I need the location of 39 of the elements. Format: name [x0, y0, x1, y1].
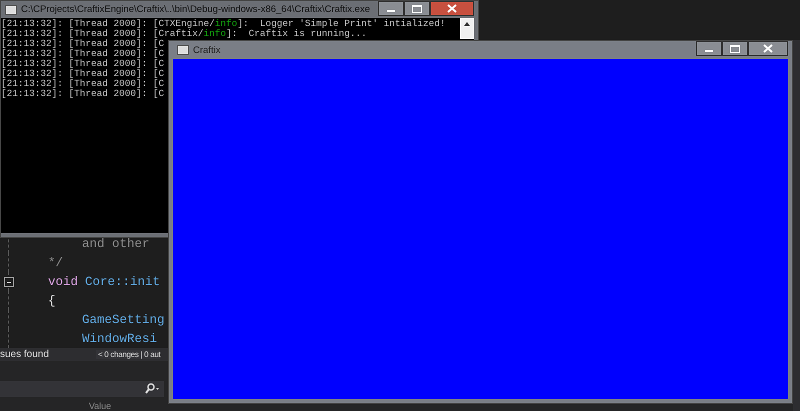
scrollbar[interactable] [460, 18, 474, 39]
log-line: [21:13:32]: [Thread 2000]: [C [1, 49, 164, 59]
console-icon [5, 4, 17, 14]
code-token: void [48, 274, 78, 288]
code-token: WindowResi [82, 332, 158, 346]
close-button[interactable] [748, 41, 788, 56]
code-token: { [48, 294, 56, 308]
close-icon [763, 44, 773, 53]
status-text: sues found [0, 349, 50, 360]
maximize-icon [730, 44, 740, 52]
window-title: Craftix [193, 44, 222, 56]
code-token: GameSetting [82, 312, 165, 326]
maximize-button[interactable] [722, 41, 748, 56]
code-token: and other [82, 236, 150, 250]
close-icon [447, 4, 457, 13]
log-line: [21:13:32]: [Thread 2000]: [C [1, 79, 164, 89]
window-title: C:\CProjects\CraftixEngine\Craftix\..\bin\Debug-windows-x86_64\Craftix\Craftix.exe [21, 4, 371, 15]
window-icon [177, 45, 189, 55]
minimize-button[interactable] [378, 1, 404, 16]
log-line: [21:13:32]: [Thread 2000]: [C [1, 59, 164, 69]
minimize-icon [705, 50, 713, 52]
close-button[interactable] [430, 1, 474, 16]
log-line: [21:13:32]: [Thread 2000]: [C [1, 39, 164, 49]
collapse-icon[interactable] [4, 277, 14, 287]
maximize-button[interactable] [404, 1, 430, 16]
minimize-button[interactable] [696, 41, 722, 56]
search-field[interactable] [0, 381, 164, 397]
scroll-up-icon[interactable] [463, 21, 471, 27]
log-line: [21:13:32]: [Thread 2000]: [C [1, 69, 164, 79]
search-icon[interactable] [144, 383, 160, 395]
changes-indicator[interactable]: < 0 changes | 0 aut [96, 350, 160, 359]
code-token: Core::init [85, 274, 160, 288]
code-token: */ [48, 256, 64, 270]
maximize-icon [412, 4, 422, 12]
log-line: [21:13:32]: [Thread 2000]: [C [1, 89, 164, 99]
log-line: [21:13:32]: [Thread 2000]: [CTXEngine/info]: Logger 'Simple Print' intialized! [1, 19, 446, 29]
log-line: [21:13:32]: [Thread 2000]: [Craftix/info]: Craftix is running... [1, 29, 367, 39]
column-header[interactable]: Value [40, 397, 160, 411]
minimize-icon [387, 10, 395, 12]
